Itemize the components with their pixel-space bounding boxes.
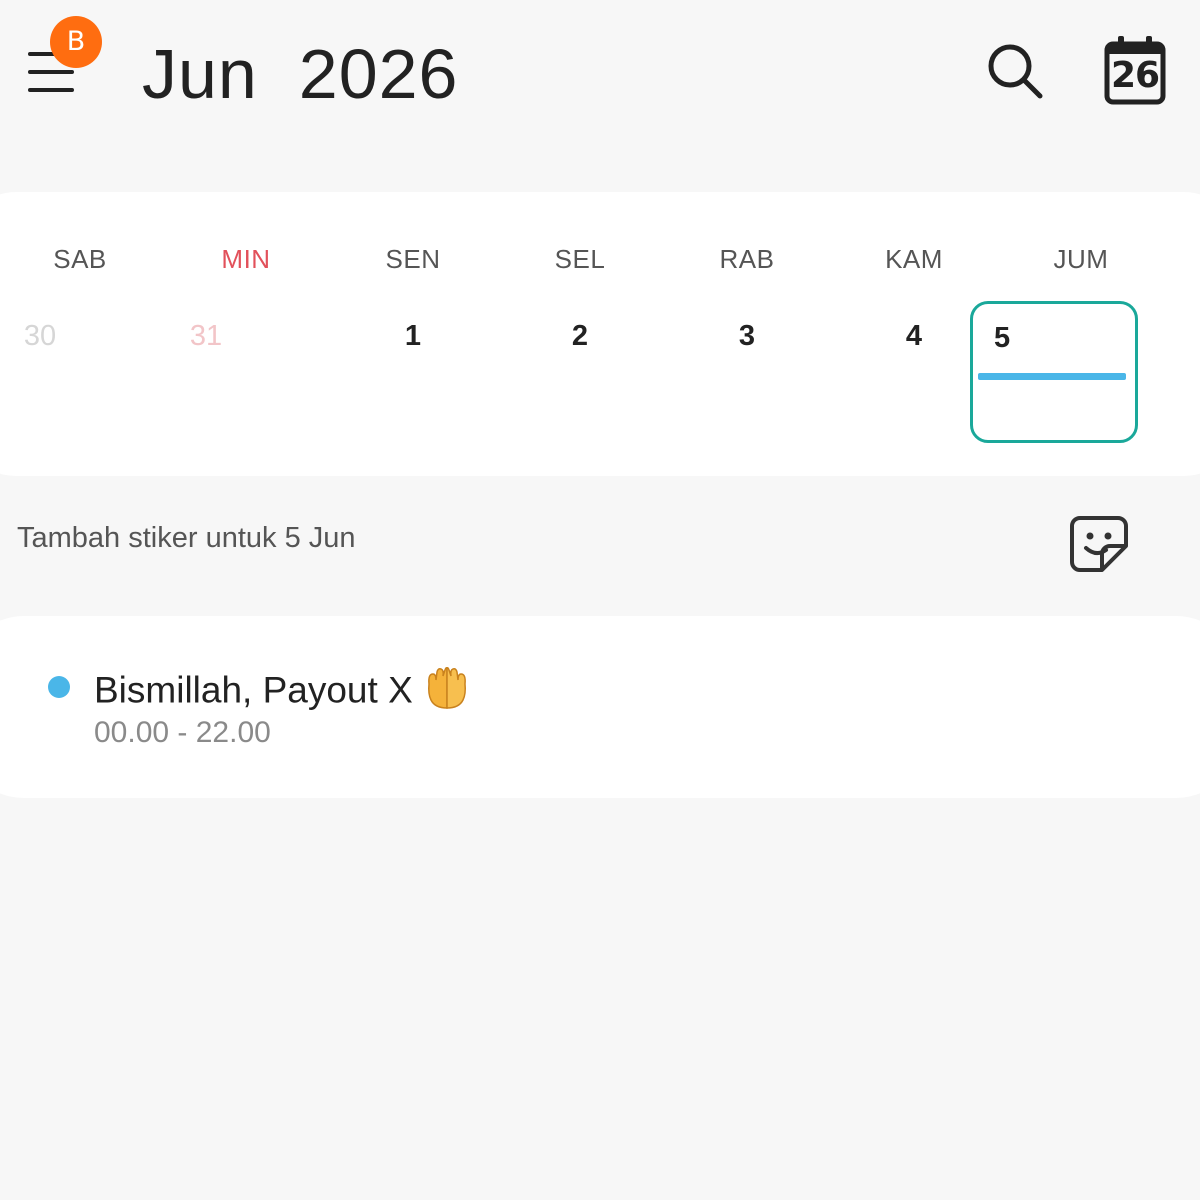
add-sticker-label[interactable]: Tambah stiker untuk 5 Jun	[17, 522, 356, 555]
day-of-week-label: MIN	[221, 244, 271, 274]
add-sticker-button[interactable]	[1066, 510, 1132, 576]
today-icon-number: 26	[1110, 55, 1160, 96]
sticker-icon	[1070, 516, 1128, 572]
event-item[interactable]: Bismillah, Payout X 00.00 - 22.00	[0, 616, 1200, 798]
day-of-week-label: SEN	[385, 244, 441, 274]
event-title-text: Bismillah, Payout X	[94, 669, 413, 711]
date-cell[interactable]: 2	[520, 320, 640, 353]
menu-button[interactable]: B	[22, 16, 102, 102]
date-cell[interactable]: 30	[0, 320, 100, 353]
day-of-week-label: RAB	[719, 244, 775, 274]
app-header: B Jun 2026 26	[0, 0, 1200, 150]
date-cell[interactable]: 31	[146, 320, 266, 353]
selected-date-number: 5	[994, 322, 1011, 354]
date-cell[interactable]: 1	[353, 320, 473, 353]
event-title: Bismillah, Payout X	[94, 664, 471, 721]
search-button[interactable]	[982, 38, 1048, 104]
month-year-title[interactable]: Jun 2026	[142, 34, 458, 114]
today-button[interactable]: 26	[1100, 32, 1170, 108]
selected-date-cell[interactable]: 5	[970, 301, 1138, 443]
palms-up-together-icon	[423, 664, 471, 721]
day-of-week-label: SEL	[554, 244, 606, 274]
notification-badge: B	[50, 16, 102, 68]
day-of-week-label: KAM	[885, 244, 943, 274]
day-of-week-label: JUM	[1053, 244, 1109, 274]
event-color-dot	[48, 676, 70, 698]
week-strip: SAB MIN SEN SEL RAB KAM JUM 30 31 1 2 3 …	[0, 192, 1200, 476]
date-cell[interactable]: 3	[687, 320, 807, 353]
search-icon	[988, 44, 1043, 99]
event-time-range: 00.00 - 22.00	[94, 716, 271, 749]
event-indicator-bar	[978, 373, 1126, 380]
day-of-week-label: SAB	[53, 244, 107, 274]
date-cell[interactable]: 4	[854, 320, 974, 353]
